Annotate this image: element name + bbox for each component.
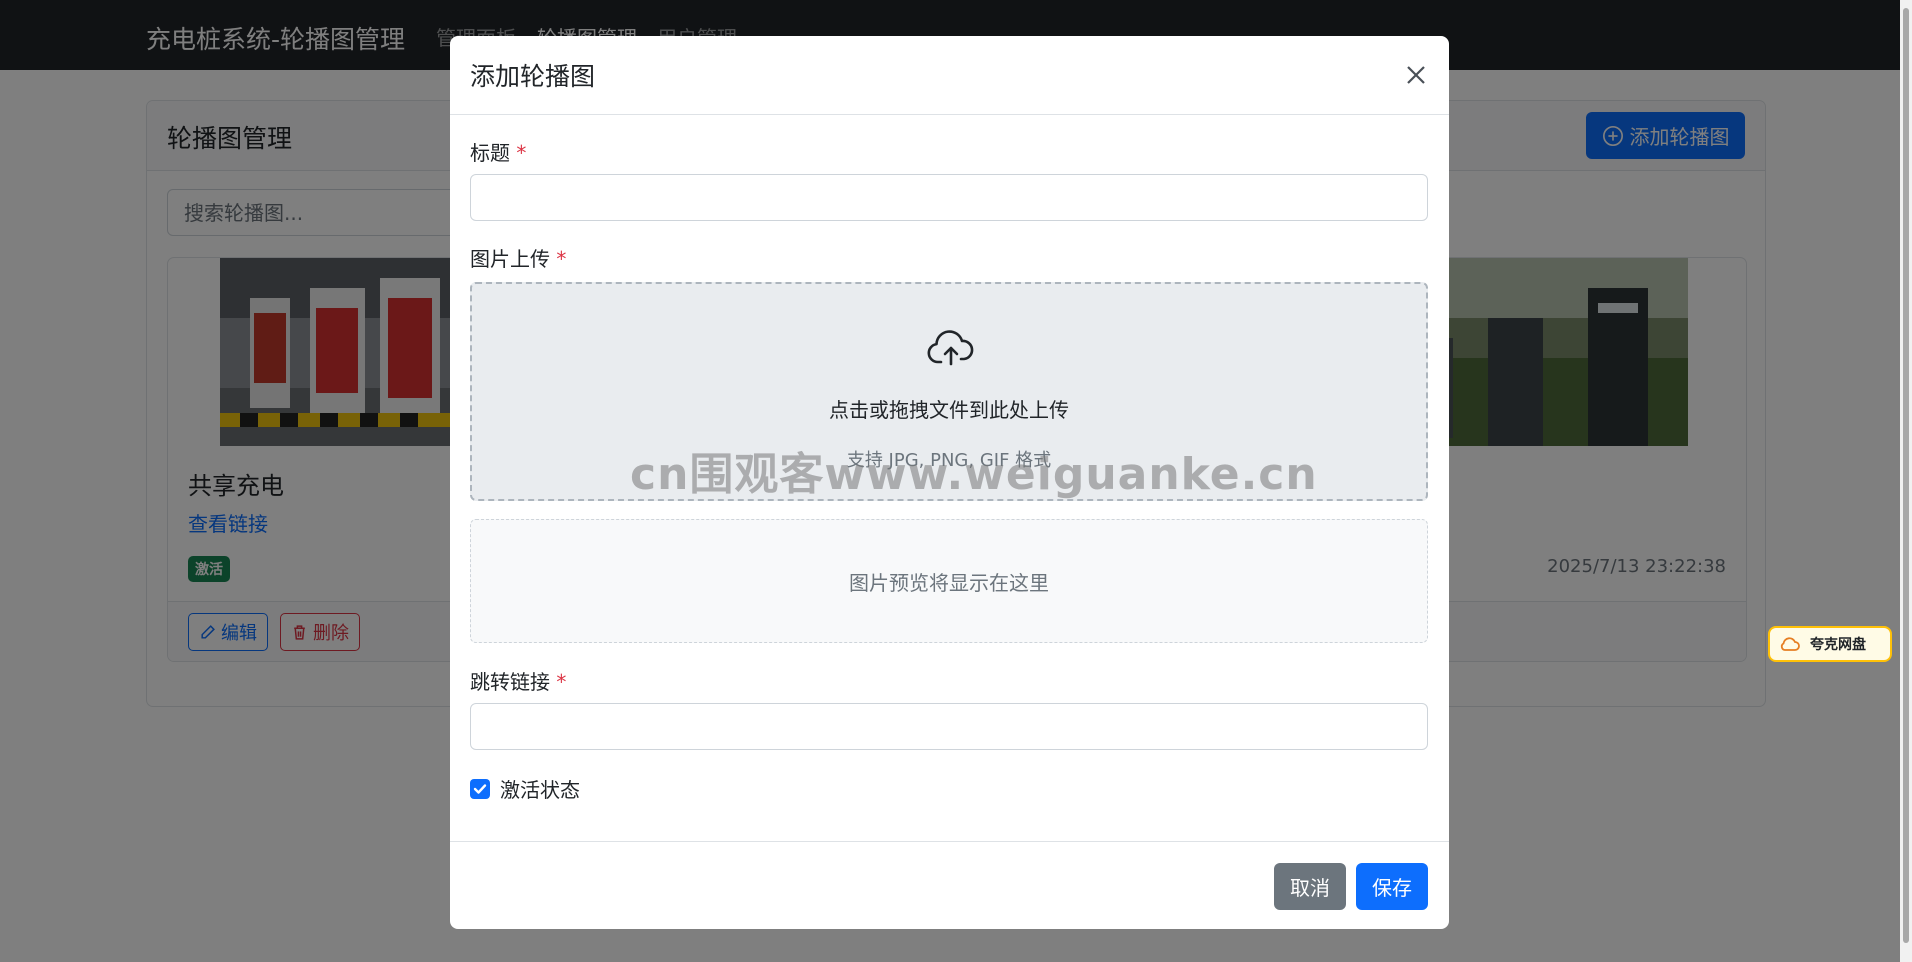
cancel-button[interactable]: 取消	[1274, 863, 1346, 910]
modal-header: 添加轮播图	[450, 36, 1449, 115]
quark-drive-label: 夸克网盘	[1810, 637, 1866, 653]
active-status-row: 激活状态	[470, 774, 580, 803]
link-input[interactable]	[470, 703, 1428, 750]
required-mark: *	[516, 141, 527, 165]
image-field-label: 图片上传 *	[470, 243, 566, 272]
title-label-text: 标题	[470, 141, 510, 165]
link-field-label: 跳转链接 *	[470, 666, 566, 695]
image-label-text: 图片上传	[470, 247, 550, 271]
checkmark-icon	[473, 783, 487, 794]
preview-placeholder: 图片预览将显示在这里	[849, 570, 1049, 595]
scrollbar-thumb[interactable]	[1903, 8, 1909, 943]
title-field-label: 标题 *	[470, 137, 526, 166]
page-scrollbar[interactable]	[1900, 0, 1912, 962]
image-preview-area: 图片预览将显示在这里	[470, 519, 1428, 643]
modal-footer: 取消 保存	[450, 841, 1449, 929]
title-input[interactable]	[470, 174, 1428, 221]
required-mark: *	[556, 670, 567, 694]
save-button[interactable]: 保存	[1356, 863, 1428, 910]
cloud-upload-icon	[927, 330, 974, 366]
active-checkbox[interactable]	[470, 778, 490, 799]
watermark-text: cn围观客www.weiguanke.cn	[630, 449, 1318, 500]
close-icon[interactable]	[1401, 60, 1431, 90]
modal-title: 添加轮播图	[470, 62, 596, 91]
upload-instructions: 点击或拖拽文件到此处上传	[829, 398, 1069, 422]
active-checkbox-label[interactable]: 激活状态	[500, 774, 580, 803]
cloud-icon	[1780, 637, 1800, 651]
required-mark: *	[556, 247, 567, 271]
quark-drive-extension[interactable]: 夸克网盘	[1768, 626, 1892, 662]
link-label-text: 跳转链接	[470, 670, 550, 694]
